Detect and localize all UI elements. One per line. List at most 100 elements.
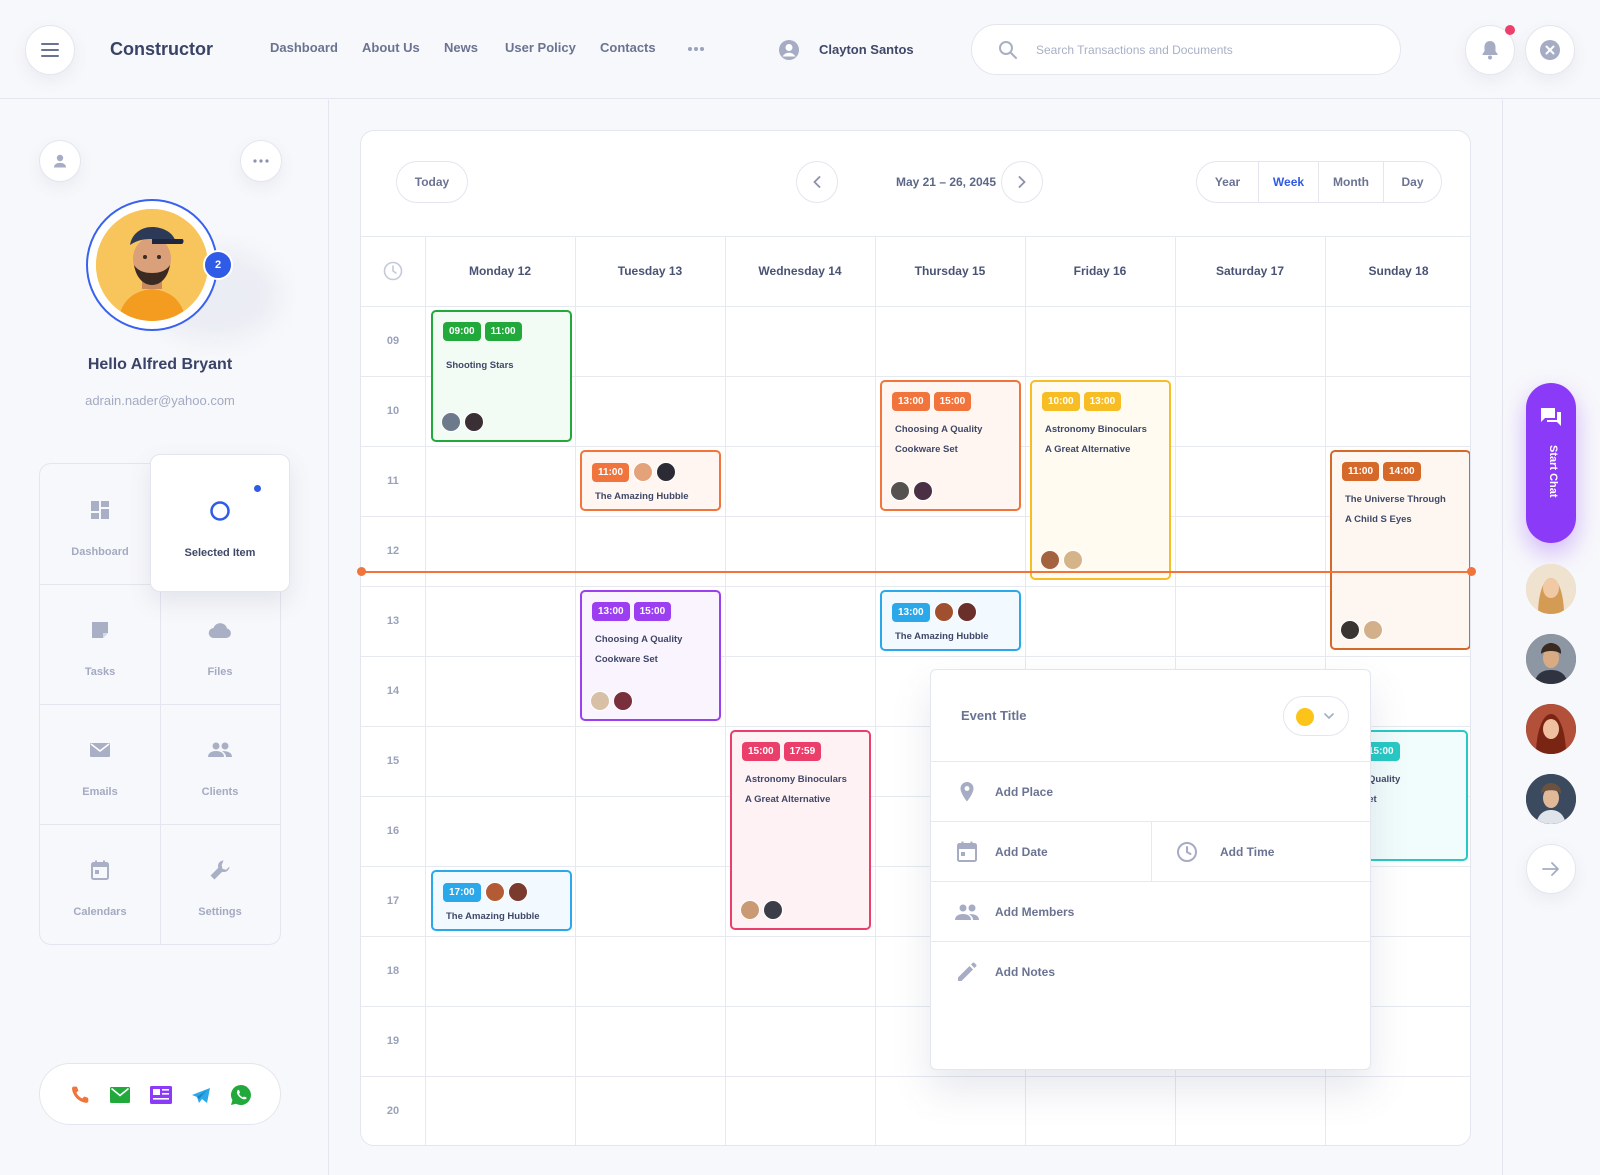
clock-icon[interactable] xyxy=(1175,840,1199,864)
add-notes-label: Add Notes xyxy=(995,965,1055,979)
telegram-icon[interactable] xyxy=(191,1087,211,1105)
member-avatar xyxy=(464,412,484,432)
phone-icon[interactable] xyxy=(70,1085,90,1105)
chevron-down-icon xyxy=(1324,713,1334,720)
menu-files[interactable]: Files xyxy=(160,584,280,704)
menu-selected-item[interactable]: Selected Item xyxy=(150,454,290,592)
search-bar[interactable] xyxy=(971,24,1401,75)
menu-calendars[interactable]: Calendars xyxy=(40,824,160,944)
contact-avatar-4[interactable] xyxy=(1526,774,1576,824)
view-day[interactable]: Day xyxy=(1384,162,1441,202)
event-amazing-hubble-tue[interactable]: 11:00 The Amazing Hubble xyxy=(580,450,721,511)
greeting-title: Hello Alfred Bryant xyxy=(87,356,233,373)
search-input[interactable] xyxy=(1036,25,1376,74)
event-title-line1: The Universe Through xyxy=(1345,494,1446,505)
day-header-sunday[interactable]: Sunday 18 xyxy=(1325,236,1470,306)
day-header-wednesday[interactable]: Wednesday 14 xyxy=(725,236,875,306)
hour-label: 19 xyxy=(386,1035,400,1047)
event-color-picker[interactable] xyxy=(1283,696,1349,736)
email-icon[interactable] xyxy=(110,1087,130,1103)
nav-dashboard[interactable]: Dashboard xyxy=(270,40,338,55)
add-place-row[interactable]: Add Place xyxy=(931,762,1372,822)
event-amazing-hubble-mon[interactable]: 17:00 The Amazing Hubble xyxy=(431,870,572,931)
news-icon[interactable] xyxy=(150,1086,172,1104)
event-choosing-quality-thu[interactable]: 13:00 15:00 Choosing A Quality Cookware S… xyxy=(880,380,1021,511)
contact-illustration xyxy=(1526,634,1576,684)
today-button[interactable]: Today xyxy=(396,161,468,203)
social-contacts-bar xyxy=(39,1063,281,1125)
menu-dashboard[interactable]: Dashboard xyxy=(40,464,160,584)
nav-about-us[interactable]: About Us xyxy=(362,40,420,55)
event-title: Shooting Stars xyxy=(446,360,514,371)
view-year[interactable]: Year xyxy=(1197,162,1259,202)
add-place-label: Add Place xyxy=(995,785,1054,799)
selected-indicator-dot xyxy=(254,485,261,492)
note-icon xyxy=(88,618,112,642)
grid-line xyxy=(361,306,1470,307)
member-avatar xyxy=(441,412,461,432)
whatsapp-icon[interactable] xyxy=(230,1084,252,1106)
view-month[interactable]: Month xyxy=(1319,162,1384,202)
event-title: The Amazing Hubble xyxy=(446,911,540,922)
hour-label: 12 xyxy=(386,545,400,557)
day-header-saturday[interactable]: Saturday 17 xyxy=(1175,236,1325,306)
event-title-line1: Choosing A Quality xyxy=(895,424,983,435)
add-notes-row[interactable]: Add Notes xyxy=(931,942,1372,1002)
next-week-button[interactable] xyxy=(1001,161,1043,203)
more-nav-icon[interactable] xyxy=(687,46,705,52)
day-header-monday[interactable]: Monday 12 xyxy=(425,236,575,306)
event-start-tag: 17:00 xyxy=(443,882,481,902)
day-header-thursday[interactable]: Thursday 15 xyxy=(875,236,1025,306)
current-user-name[interactable]: Clayton Santos xyxy=(819,42,914,57)
event-astronomy-wed[interactable]: 15:00 17:59 Astronomy Binoculars A Great … xyxy=(730,730,871,930)
contact-avatar-2[interactable] xyxy=(1526,634,1576,684)
nav-contacts[interactable]: Contacts xyxy=(600,40,656,55)
member-avatar xyxy=(484,882,505,902)
event-title-row[interactable]: Event Title xyxy=(931,670,1372,762)
add-date-label[interactable]: Add Date xyxy=(995,845,1048,859)
event-shooting-stars[interactable]: 09:00 11:00 Shooting Stars xyxy=(431,310,572,442)
hamburger-icon xyxy=(41,43,59,57)
next-contacts-button[interactable] xyxy=(1526,844,1576,894)
menu-emails[interactable]: Emails xyxy=(40,704,160,824)
menu-clients[interactable]: Clients xyxy=(160,704,280,824)
event-universe-sun[interactable]: 11:00 14:00 The Universe Through A Child … xyxy=(1330,450,1470,650)
day-header-tuesday[interactable]: Tuesday 13 xyxy=(575,236,725,306)
event-start-tag: 09:00 xyxy=(443,322,481,341)
profile-email: adrain.nader@yahoo.com xyxy=(85,393,235,408)
chevron-left-icon xyxy=(813,176,821,188)
contact-avatar-1[interactable] xyxy=(1526,564,1576,614)
event-end-tag: 11:00 xyxy=(484,322,522,341)
hour-label: 09 xyxy=(386,335,400,347)
menu-tasks[interactable]: Tasks xyxy=(40,584,160,704)
menu-settings[interactable]: Settings xyxy=(160,824,280,944)
event-title-field[interactable]: Event Title xyxy=(961,708,1027,723)
event-amazing-hubble-thu[interactable]: 13:00 The Amazing Hubble xyxy=(880,590,1021,651)
event-choosing-quality-tue[interactable]: 13:00 15:00 Choosing A Quality Cookware S… xyxy=(580,590,721,721)
view-week[interactable]: Week xyxy=(1259,162,1319,202)
menu-files-label: Files xyxy=(207,666,233,678)
calendar-icon[interactable] xyxy=(955,840,979,864)
nav-news[interactable]: News xyxy=(444,40,478,55)
menu-button[interactable] xyxy=(25,25,75,75)
event-start-tag: 13:00 xyxy=(892,602,930,622)
start-chat-label: Start Chat xyxy=(1547,445,1559,498)
add-time-label[interactable]: Add Time xyxy=(1220,845,1274,859)
profile-button[interactable] xyxy=(39,140,81,182)
close-button[interactable] xyxy=(1525,25,1575,75)
hour-label: 16 xyxy=(386,825,400,837)
arrow-right-icon xyxy=(1542,862,1559,876)
day-header-friday[interactable]: Friday 16 xyxy=(1025,236,1175,306)
event-end-tag: 14:00 xyxy=(1383,462,1421,481)
profile-avatar[interactable] xyxy=(86,199,218,331)
profile-more-button[interactable] xyxy=(240,140,282,182)
contact-avatar-3[interactable] xyxy=(1526,704,1576,754)
prev-week-button[interactable] xyxy=(796,161,838,203)
add-members-row[interactable]: Add Members xyxy=(931,882,1372,942)
event-astronomy-fri[interactable]: 10:00 13:00 Astronomy Binoculars A Great … xyxy=(1030,380,1171,580)
add-members-label: Add Members xyxy=(995,905,1075,919)
event-title: The Amazing Hubble xyxy=(895,631,989,642)
grid-line xyxy=(361,586,1470,587)
nav-user-policy[interactable]: User Policy xyxy=(505,40,576,55)
hour-label: 15 xyxy=(386,755,400,767)
